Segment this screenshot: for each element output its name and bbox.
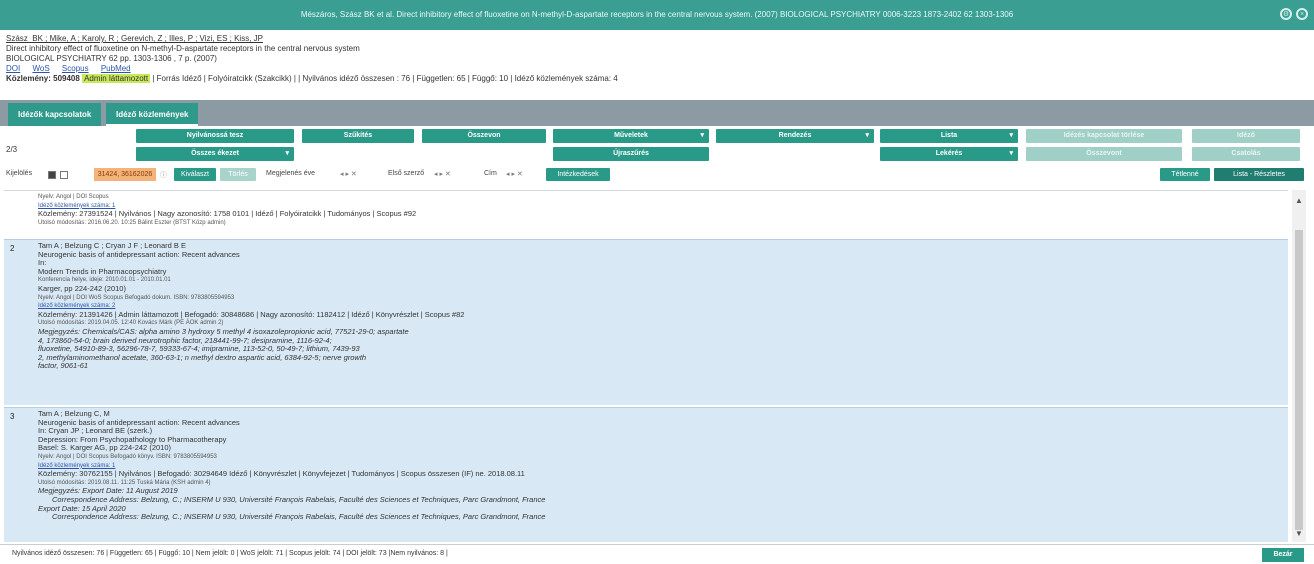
entry-body: Tam A ; Belzung C ; Cryan J F ; Leonard …	[38, 241, 1278, 371]
status-footer: Nyilvános idéző összesen: 76 | Független…	[0, 544, 1314, 564]
footer-summary: Nyilvános idéző összesen: 76 | Független…	[12, 550, 448, 557]
operations-dropdown[interactable]: Műveletek ▾	[553, 129, 709, 143]
actions-button[interactable]: Intézkedések	[546, 168, 610, 181]
selection-tag[interactable]: 31424, 36162026	[94, 168, 156, 181]
list-item[interactable]: 2 Tam A ; Belzung C ; Cryan J F ; Leonar…	[4, 239, 1288, 405]
filter-button[interactable]: Szűkítés	[302, 129, 414, 143]
all-accents-label: Összes ékezet	[191, 150, 239, 157]
entry-line: Basel: S. Karger AG, pp 224-242 (2010)	[38, 443, 171, 453]
merged-button[interactable]: Összevont	[1026, 147, 1182, 161]
clear-button[interactable]: Törlés	[220, 168, 256, 181]
tab-strip: Idézők kapcsolatok Idéző közlemények	[0, 100, 1314, 126]
fetch-label: Lekérés	[935, 150, 963, 157]
scroll-up-icon[interactable]: ▲	[1295, 196, 1303, 205]
entry-line: Konferencia helye, ideje: 2010.01.01 - 2…	[38, 277, 171, 284]
entry-body: Nyelv: Angol | DOI Scopus Idéző közlemén…	[38, 193, 1278, 227]
entry-line: Correspondence Address: Belzung, C.; INS…	[52, 494, 546, 504]
entry-line: Correspondence Address: Belzung, C.; INS…	[52, 512, 546, 522]
title-icons: ⚙ ×	[1280, 8, 1308, 20]
entry-record-line: Közlemény: 27391524 | Nyilvános | Nagy a…	[38, 209, 1278, 219]
selection-label: Kijelölés	[6, 170, 33, 177]
entry-line: Közlemény: 30762155 | Nyilvános | Befoga…	[38, 469, 525, 479]
entry-line: Neurogenic basis of antidepressant actio…	[38, 249, 240, 259]
admin-badge: Admin láttamozott	[82, 74, 151, 83]
select-none-checkbox[interactable]	[60, 171, 68, 179]
close-icon[interactable]: ×	[1296, 8, 1308, 20]
attach-button[interactable]: Csatolás	[1192, 147, 1300, 161]
publication-journal: BIOLOGICAL PSYCHIATRY 62 pp. 1303-1306 ,…	[6, 54, 217, 63]
entry-number: 3	[10, 412, 15, 421]
sort-first-author-label[interactable]: Első szerző	[388, 170, 424, 177]
close-button[interactable]: Bezár	[1262, 548, 1304, 562]
chevron-down-icon: ▾	[865, 132, 869, 139]
all-accents-dropdown[interactable]: Összes ékezet ▾	[136, 147, 294, 161]
sort-year-controls[interactable]: ◂ ▸ ✕	[340, 170, 357, 178]
entry-line: Neurogenic basis of antidepressant actio…	[38, 417, 240, 427]
entry-number: 2	[10, 244, 15, 253]
publication-title: Direct inhibitory effect of fluoxetine o…	[6, 44, 360, 53]
scroll-down-icon[interactable]: ▼	[1295, 529, 1303, 538]
inactivate-dropdown[interactable]: Tétlenné	[1160, 168, 1210, 181]
list-item[interactable]: 3 Tam A ; Belzung C, M Neurogenic basis …	[4, 407, 1288, 542]
record-meta: | Forrás Idéző | Folyóiratcikk (Szakcikk…	[152, 74, 618, 83]
citing-publications-list: Nyelv: Angol | DOI Scopus Idéző közlemén…	[4, 190, 1288, 542]
merge-button[interactable]: Összevon	[422, 129, 546, 143]
list-label: Lista	[940, 132, 958, 139]
scroll-thumb[interactable]	[1295, 230, 1303, 530]
entry-line: Nyelv: Angol | DOI WoS Scopus Befogadó d…	[38, 294, 235, 301]
sort-title-controls[interactable]: ◂ ▸ ✕	[506, 170, 523, 178]
entry-line: Utolsó módosítás: 2016.06.20. 10:25 Báli…	[38, 219, 226, 226]
sort-label: Rendezés	[778, 132, 812, 139]
tab-citing-publications[interactable]: Idéző közlemények	[106, 103, 199, 126]
record-label: Közlemény: 509408	[6, 74, 80, 83]
operations-label: Műveletek	[614, 132, 648, 139]
window-titlebar: Mészáros, Szász BK et al. Direct inhibit…	[0, 0, 1314, 30]
entry-line: Depression: From Psychopathology to Phar…	[38, 434, 227, 444]
chevron-down-icon: ▾	[700, 132, 704, 139]
entry-line: In:	[38, 258, 47, 268]
publication-authors[interactable]: Szász_BK ; Mike, A ; Karoly, R ; Gerevic…	[6, 34, 1306, 44]
scopus-link[interactable]: Scopus	[62, 64, 89, 73]
tab-citation-links[interactable]: Idézők kapcsolatok	[8, 103, 102, 126]
sort-dropdown[interactable]: Rendezés ▾	[716, 129, 874, 143]
publication-header: Szász_BK ; Mike, A ; Karoly, R ; Gerevic…	[6, 34, 1306, 84]
wos-link[interactable]: WoS	[32, 64, 49, 73]
sort-title-label[interactable]: Cím	[484, 170, 497, 177]
select-all-checkbox[interactable]	[48, 171, 56, 179]
settings-icon[interactable]: ⚙	[1280, 8, 1292, 20]
list-item[interactable]: Nyelv: Angol | DOI Scopus Idéző közlemén…	[4, 191, 1288, 237]
chevron-down-icon: ▾	[285, 150, 289, 157]
fetch-dropdown[interactable]: Lekérés ▾	[880, 147, 1018, 161]
window-title: Mészáros, Szász BK et al. Direct inhibit…	[300, 10, 1014, 19]
entry-body: Tam A ; Belzung C, M Neurogenic basis of…	[38, 409, 1278, 522]
publication-links: DOI WoS Scopus PubMed	[6, 64, 1306, 74]
entry-line: 2, methylaminomethanol acetate, 360-63-1…	[38, 352, 367, 362]
chevron-down-icon: ▾	[1009, 150, 1013, 157]
record-count: 2/3	[6, 145, 18, 154]
sort-year-label[interactable]: Megjelenés éve	[266, 170, 315, 177]
pubmed-link[interactable]: PubMed	[101, 64, 131, 73]
list-scrollbar[interactable]: ▲ ▼	[1292, 190, 1306, 542]
refilter-button[interactable]: Újraszűrés	[553, 147, 709, 161]
make-public-button[interactable]: Nyilvánossá tesz	[136, 129, 294, 143]
entry-line: factor, 9061-61	[38, 361, 89, 371]
select-button[interactable]: Kiválaszt	[174, 168, 216, 181]
delete-citation-link-button[interactable]: Idézés kapcsolat törlése	[1026, 129, 1182, 143]
entry-line: Modern Trends in Pharmacopsychiatry	[38, 266, 167, 276]
filter-row: Kijelölés 31424, 36162026 ⓘ Kiválaszt Tö…	[0, 166, 1314, 186]
sort-author-controls[interactable]: ◂ ▸ ✕	[434, 170, 451, 178]
publication-record-line: Közlemény: 509408 Admin láttamozott | Fo…	[6, 74, 1306, 84]
entry-line: Karger, pp 224-242 (2010)	[38, 283, 126, 293]
doi-link[interactable]: DOI	[6, 64, 20, 73]
list-detailed-dropdown[interactable]: Lista - Részletes	[1214, 168, 1304, 181]
info-icon[interactable]: ⓘ	[160, 170, 167, 180]
citing-button[interactable]: Idéző	[1192, 129, 1300, 143]
entry-line: Nyelv: Angol | DOI Scopus Befogadó könyv…	[38, 453, 217, 460]
entry-line: Nyelv: Angol | DOI Scopus	[38, 194, 109, 200]
entry-line: Közlemény: 27391524 | Nyilvános | Nagy a…	[38, 209, 417, 219]
entry-line: Közlemény: 21391426 | Admin láttamozott …	[38, 309, 465, 319]
chevron-down-icon: ▾	[1009, 132, 1013, 139]
list-dropdown[interactable]: Lista ▾	[880, 129, 1018, 143]
entry-line: Utolsó módosítás: 2019.08.11. 11:25 Tusk…	[38, 479, 211, 486]
